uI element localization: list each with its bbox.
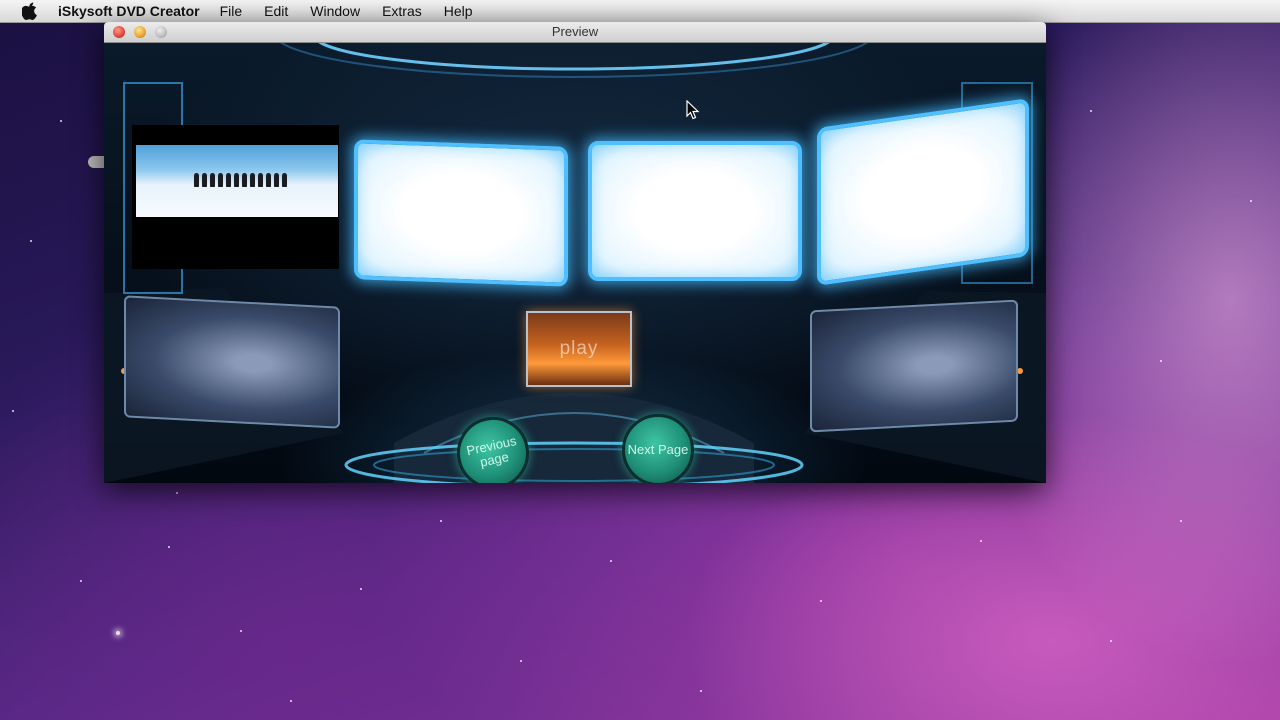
zoom-icon[interactable] (155, 26, 167, 38)
cursor-icon (686, 100, 700, 125)
side-window-left (124, 295, 340, 428)
chapter-screen-2[interactable] (588, 141, 802, 281)
window-title: Preview (552, 24, 598, 39)
close-icon[interactable] (113, 26, 125, 38)
previous-page-label: Previous page (458, 432, 528, 473)
thumbnail-image (136, 145, 338, 217)
chapter-screen-1[interactable] (354, 139, 568, 286)
menu-edit[interactable]: Edit (264, 3, 288, 19)
minimize-icon[interactable] (134, 26, 146, 38)
menu-window[interactable]: Window (310, 3, 360, 19)
window-titlebar[interactable]: Preview (104, 22, 1046, 43)
preview-window: Preview (104, 22, 1046, 483)
play-label: play (560, 338, 599, 360)
menu-extras[interactable]: Extras (382, 3, 422, 19)
menu-file[interactable]: File (220, 3, 243, 19)
menu-bar: iSkysoft DVD Creator File Edit Window Ex… (0, 0, 1280, 23)
window-edge-handle (88, 156, 104, 168)
menu-help[interactable]: Help (444, 3, 473, 19)
dvd-menu-preview: play Previous page Next Page (104, 43, 1046, 483)
apple-icon[interactable] (20, 1, 40, 21)
side-window-right (810, 300, 1018, 433)
next-page-button[interactable]: Next Page (622, 414, 694, 483)
chapter-screen-3[interactable] (817, 98, 1029, 286)
next-page-label: Next Page (628, 443, 689, 457)
chapter-thumbnail[interactable] (132, 125, 339, 269)
app-name-menu[interactable]: iSkysoft DVD Creator (58, 3, 200, 19)
play-button[interactable]: play (526, 311, 632, 387)
